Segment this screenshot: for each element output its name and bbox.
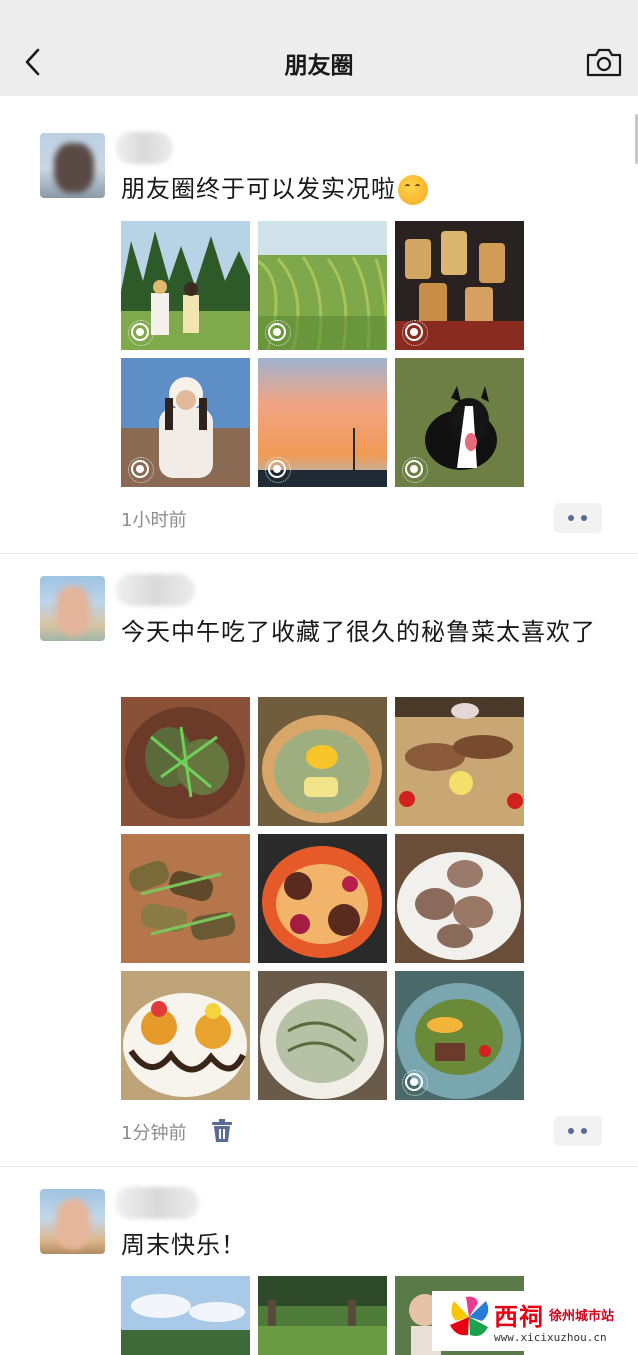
- post-time: 1小时前: [121, 510, 187, 531]
- username-blurred[interactable]: [115, 1187, 199, 1219]
- dot-icon: [568, 1128, 574, 1134]
- page-title: 朋友圈: [284, 53, 354, 79]
- girl-portrait-photo[interactable]: [121, 358, 250, 487]
- dot-icon: [581, 515, 587, 521]
- live-photo-icon: [128, 320, 154, 346]
- post-text: 周末快乐！: [121, 1231, 246, 1259]
- post-text: 朋友圈终于可以发实况啦: [121, 172, 601, 206]
- live-photo-icon: [265, 320, 291, 346]
- live-photo-icon: [128, 457, 154, 483]
- sky-trees-photo[interactable]: [121, 1276, 250, 1355]
- meadow-friends-photo[interactable]: [121, 221, 250, 350]
- more-actions-button[interactable]: [554, 503, 602, 533]
- site-watermark: 西祠 徐州城市站 www.xicixuzhou.cn: [432, 1291, 638, 1351]
- leaf-dish-photo[interactable]: [121, 697, 250, 826]
- watermark-title: 西祠: [494, 1302, 544, 1331]
- username-blurred[interactable]: [115, 574, 195, 606]
- border-collie-photo[interactable]: [395, 358, 524, 487]
- top-nav-bar: 朋友圈: [0, 0, 638, 96]
- xici-logo-icon: [450, 1296, 489, 1336]
- username-blurred[interactable]: [115, 132, 173, 164]
- watermark-subtitle: 徐州城市站: [549, 1309, 615, 1324]
- avatar[interactable]: [40, 576, 105, 641]
- avatar[interactable]: [40, 133, 105, 198]
- post-divider: [0, 1166, 638, 1167]
- creamy-pasta-photo[interactable]: [258, 971, 387, 1100]
- camera-icon[interactable]: [584, 44, 624, 80]
- spaghetti-meatballs-photo[interactable]: [258, 834, 387, 963]
- grilled-platter-photo[interactable]: [395, 697, 524, 826]
- live-photo-icon: [402, 457, 428, 483]
- rice-field-photo[interactable]: [258, 221, 387, 350]
- park-lawn-photo[interactable]: [258, 1276, 387, 1355]
- post-text: 今天中午吃了收藏了很久的秘鲁菜太喜欢了: [121, 618, 596, 646]
- salad-plate-photo[interactable]: [395, 971, 524, 1100]
- more-actions-button[interactable]: [554, 1116, 602, 1146]
- live-photo-icon: [265, 457, 291, 483]
- dot-icon: [568, 515, 574, 521]
- sunset-sky-photo[interactable]: [258, 358, 387, 487]
- meat-rolls-photo[interactable]: [395, 834, 524, 963]
- beer-cheers-photo[interactable]: [395, 221, 524, 350]
- dessert-photo[interactable]: [121, 971, 250, 1100]
- egg-pizza-photo[interactable]: [258, 697, 387, 826]
- post-divider: [0, 553, 638, 554]
- post-text-content: 朋友圈终于可以发实况啦: [121, 175, 396, 203]
- live-photo-icon: [402, 320, 428, 346]
- eggplant-rolls-photo[interactable]: [121, 834, 250, 963]
- live-photo-icon: [402, 1070, 428, 1096]
- shy-face-emoji-icon: [398, 175, 428, 205]
- dot-icon: [581, 1128, 587, 1134]
- trash-icon[interactable]: [211, 1119, 233, 1143]
- avatar[interactable]: [40, 1189, 105, 1254]
- post-time: 1分钟前: [121, 1123, 187, 1144]
- watermark-url: www.xicixuzhou.cn: [494, 1331, 607, 1344]
